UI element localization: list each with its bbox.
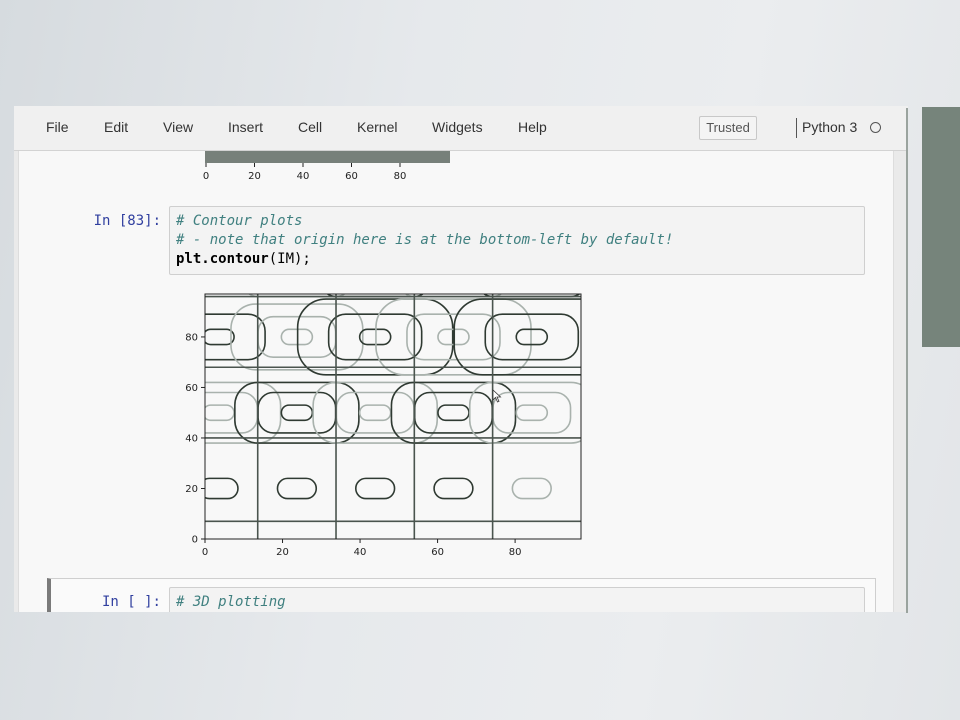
menu-edit[interactable]: Edit — [104, 119, 128, 135]
x-tick-label: 40 — [354, 547, 367, 558]
x-tick-label: 0 — [202, 547, 208, 558]
contour-line — [257, 391, 337, 434]
prev-x-tick-label: 20 — [248, 171, 261, 182]
code-cell-input-empty[interactable]: # 3D plotting — [169, 587, 865, 612]
menu-cell[interactable]: Cell — [298, 119, 322, 135]
code-comment-line: # Contour plots — [176, 213, 303, 229]
menu-help[interactable]: Help — [518, 119, 547, 135]
contour-line — [276, 477, 318, 500]
menu-widgets[interactable]: Widgets — [432, 119, 483, 135]
jupyter-window: File Edit View Insert Cell Kernel Widget… — [14, 106, 908, 612]
contour-plot: 0 20 40 60 80 0 20 40 60 80 — [185, 293, 582, 558]
prev-x-tick-label: 0 — [203, 171, 209, 182]
kernel-divider — [796, 118, 797, 138]
x-tick-label: 80 — [509, 547, 522, 558]
contour-line — [326, 294, 425, 298]
code-line: plt.contour(IM); — [176, 250, 858, 269]
trusted-badge[interactable]: Trusted — [699, 116, 757, 140]
previous-plot-colorbar — [205, 151, 450, 163]
code-arguments: (IM); — [268, 251, 311, 267]
contour-line — [515, 404, 549, 422]
contour-line — [205, 328, 235, 346]
code-comment-line: # 3D plotting — [176, 594, 286, 610]
cell-prompt-empty: In [ ]: — [101, 594, 161, 610]
prev-x-tick-label: 60 — [345, 171, 358, 182]
contour-line — [437, 404, 470, 422]
contour-line — [413, 391, 494, 434]
contour-line — [358, 404, 392, 422]
side-panel — [922, 107, 960, 347]
contour-line — [354, 477, 396, 500]
menu-view[interactable]: View — [163, 119, 193, 135]
prev-x-tick-label: 40 — [297, 171, 310, 182]
y-tick-label: 0 — [192, 535, 198, 546]
previous-plot-x-axis: 0 20 40 60 80 — [203, 163, 407, 182]
x-tick-label: 60 — [431, 547, 444, 558]
cell-prompt-83: In [83]: — [93, 213, 161, 229]
contour-line — [205, 404, 235, 422]
notebook-area[interactable]: 0 20 40 60 80 In [83]: # Contour plots # - n… — [18, 151, 894, 612]
contour-line — [511, 477, 552, 500]
y-tick-label: 40 — [185, 433, 198, 444]
code-function: plt.contour — [176, 251, 269, 267]
y-tick-label: 20 — [185, 484, 198, 495]
mouse-cursor-icon — [492, 389, 502, 403]
menu-file[interactable]: File — [46, 119, 69, 135]
kernel-idle-icon — [870, 122, 881, 133]
menu-insert[interactable]: Insert — [228, 119, 263, 135]
contour-line — [335, 391, 415, 434]
contour-line — [492, 391, 572, 434]
contour-line — [280, 404, 314, 422]
y-tick-label: 80 — [185, 332, 198, 343]
kernel-name[interactable]: Python 3 — [802, 119, 857, 135]
menu-kernel[interactable]: Kernel — [357, 119, 397, 135]
contour-line — [482, 294, 581, 298]
prev-x-tick-label: 80 — [394, 171, 407, 182]
code-comment-line: # - note that origin here is at the bott… — [176, 232, 674, 248]
contour-line — [433, 477, 474, 500]
contour-line — [248, 294, 346, 298]
contour-line — [312, 381, 438, 444]
y-tick-label: 60 — [185, 383, 198, 394]
code-cell-input-83[interactable]: # Contour plots # - note that origin her… — [169, 206, 865, 275]
x-tick-label: 20 — [276, 547, 289, 558]
window-edge — [906, 108, 908, 613]
contour-line — [468, 381, 581, 444]
plot-frame — [204, 293, 582, 540]
contour-line — [404, 294, 503, 298]
contour-line — [205, 391, 259, 434]
contour-line — [234, 381, 360, 444]
menu-bar: File Edit View Insert Cell Kernel Widget… — [14, 106, 908, 151]
